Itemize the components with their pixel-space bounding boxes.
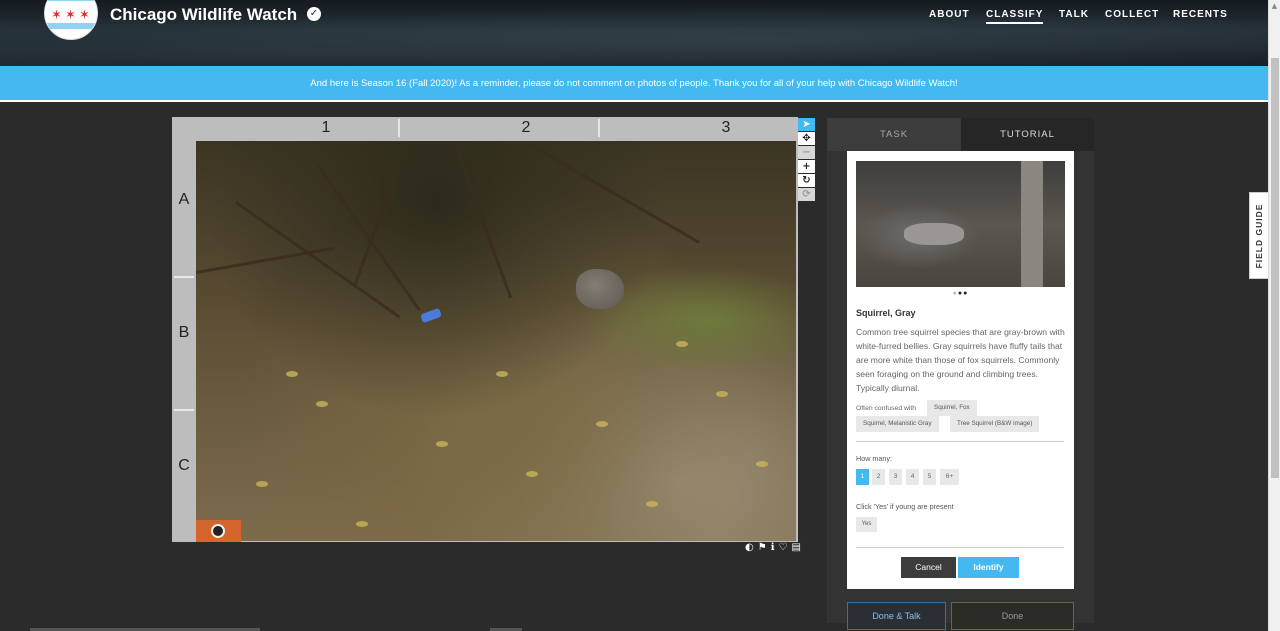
site-title[interactable]: Chicago Wildlife Watch: [110, 5, 297, 25]
reset-icon[interactable]: ⟳: [798, 188, 815, 201]
species-card: ●●● Squirrel, Gray Common tree squirrel …: [847, 151, 1074, 589]
grid-column-label: 3: [721, 119, 731, 136]
subject-photo[interactable]: [196, 141, 796, 541]
how-many-option[interactable]: 6+: [940, 469, 959, 485]
subject-viewer: 1 2 3 A B C: [172, 117, 798, 542]
tab-tutorial[interactable]: TUTORIAL: [961, 118, 1094, 151]
pointer-icon[interactable]: ➤: [798, 118, 815, 131]
image-carousel-dots[interactable]: ●●●: [847, 290, 1074, 297]
nav-collect[interactable]: COLLECT: [1105, 9, 1159, 20]
rotate-icon[interactable]: ↻: [798, 174, 815, 187]
nav-about[interactable]: ABOUT: [929, 9, 970, 20]
task-panel: TASK TUTORIAL ●●● Squirrel, Gray Common …: [827, 118, 1094, 630]
subject-meta-tools: ◐ ⚑ ℹ ♡ ▤: [745, 542, 801, 553]
viewer-toolbar: ➤ ✥ − + ↻ ⟳: [798, 118, 816, 202]
confused-chip[interactable]: Squirrel, Fox: [927, 400, 977, 416]
how-many-option[interactable]: 5: [923, 469, 936, 485]
tab-task[interactable]: TASK: [827, 118, 961, 151]
young-yes-button[interactable]: Yes: [856, 517, 877, 532]
how-many-option[interactable]: 1: [856, 469, 869, 485]
task-tabs: TASK TUTORIAL: [827, 118, 1094, 151]
species-example-image: [856, 161, 1065, 287]
flag-icon[interactable]: ⚑: [758, 542, 767, 553]
announcement-banner: And here is Season 16 (Fall 2020)! As a …: [0, 66, 1268, 102]
page-scrollbar[interactable]: ▲: [1268, 0, 1280, 631]
grid-column-label: 1: [321, 119, 331, 136]
confused-chip[interactable]: Tree Squirrel (B&W image): [950, 416, 1040, 432]
grid-row-label: C: [178, 457, 190, 474]
identify-button[interactable]: Identify: [958, 557, 1019, 578]
scroll-up-icon[interactable]: ▲: [1269, 0, 1280, 12]
camera-stamp-icon: [196, 520, 241, 542]
confused-chip[interactable]: Squirrel, Melanistic Gray: [856, 416, 939, 432]
verified-badge-icon: ✓: [307, 7, 321, 21]
zoom-in-icon[interactable]: +: [798, 160, 815, 173]
field-guide-tab[interactable]: FIELD GUIDE: [1249, 192, 1268, 279]
cancel-button[interactable]: Cancel: [901, 557, 956, 578]
nav-classify[interactable]: CLASSIFY: [986, 9, 1044, 24]
done-button[interactable]: Done: [951, 602, 1074, 630]
species-name: Squirrel, Gray: [856, 308, 916, 318]
grid-row-label: A: [178, 191, 190, 208]
how-many-option[interactable]: 4: [906, 469, 919, 485]
species-description: Common tree squirrel species that are gr…: [856, 327, 1065, 393]
grid-row-label: B: [178, 324, 190, 341]
scrollbar-thumb[interactable]: [1271, 58, 1279, 478]
litter-can: [420, 307, 442, 324]
how-many-option[interactable]: 3: [889, 469, 902, 485]
invert-icon[interactable]: ◐: [745, 542, 754, 553]
done-and-talk-button[interactable]: Done & Talk: [847, 602, 946, 630]
site-header: ✶ ✶ ✶ Chicago Wildlife Watch ✓ ABOUT CLA…: [0, 0, 1268, 66]
squirrel-subject: [576, 269, 624, 309]
collect-icon[interactable]: ▤: [791, 542, 800, 553]
heart-icon[interactable]: ♡: [779, 542, 788, 553]
pan-icon[interactable]: ✥: [798, 132, 815, 145]
grid-column-label: 2: [521, 119, 531, 136]
nav-recents[interactable]: RECENTS: [1173, 9, 1228, 20]
how-many-label: How many:: [856, 454, 892, 463]
info-icon[interactable]: ℹ: [771, 542, 775, 553]
nav-talk[interactable]: TALK: [1059, 9, 1089, 20]
chicago-flag-logo[interactable]: ✶ ✶ ✶: [44, 0, 98, 40]
young-present-label: Click 'Yes' if young are present: [856, 502, 954, 511]
grid-column-labels: 1 2 3: [196, 117, 796, 139]
zoom-out-icon[interactable]: −: [798, 146, 815, 159]
confused-with-label: Often confused with: [856, 405, 917, 412]
field-guide-label: FIELD GUIDE: [1254, 203, 1264, 268]
how-many-option[interactable]: 2: [872, 469, 885, 485]
